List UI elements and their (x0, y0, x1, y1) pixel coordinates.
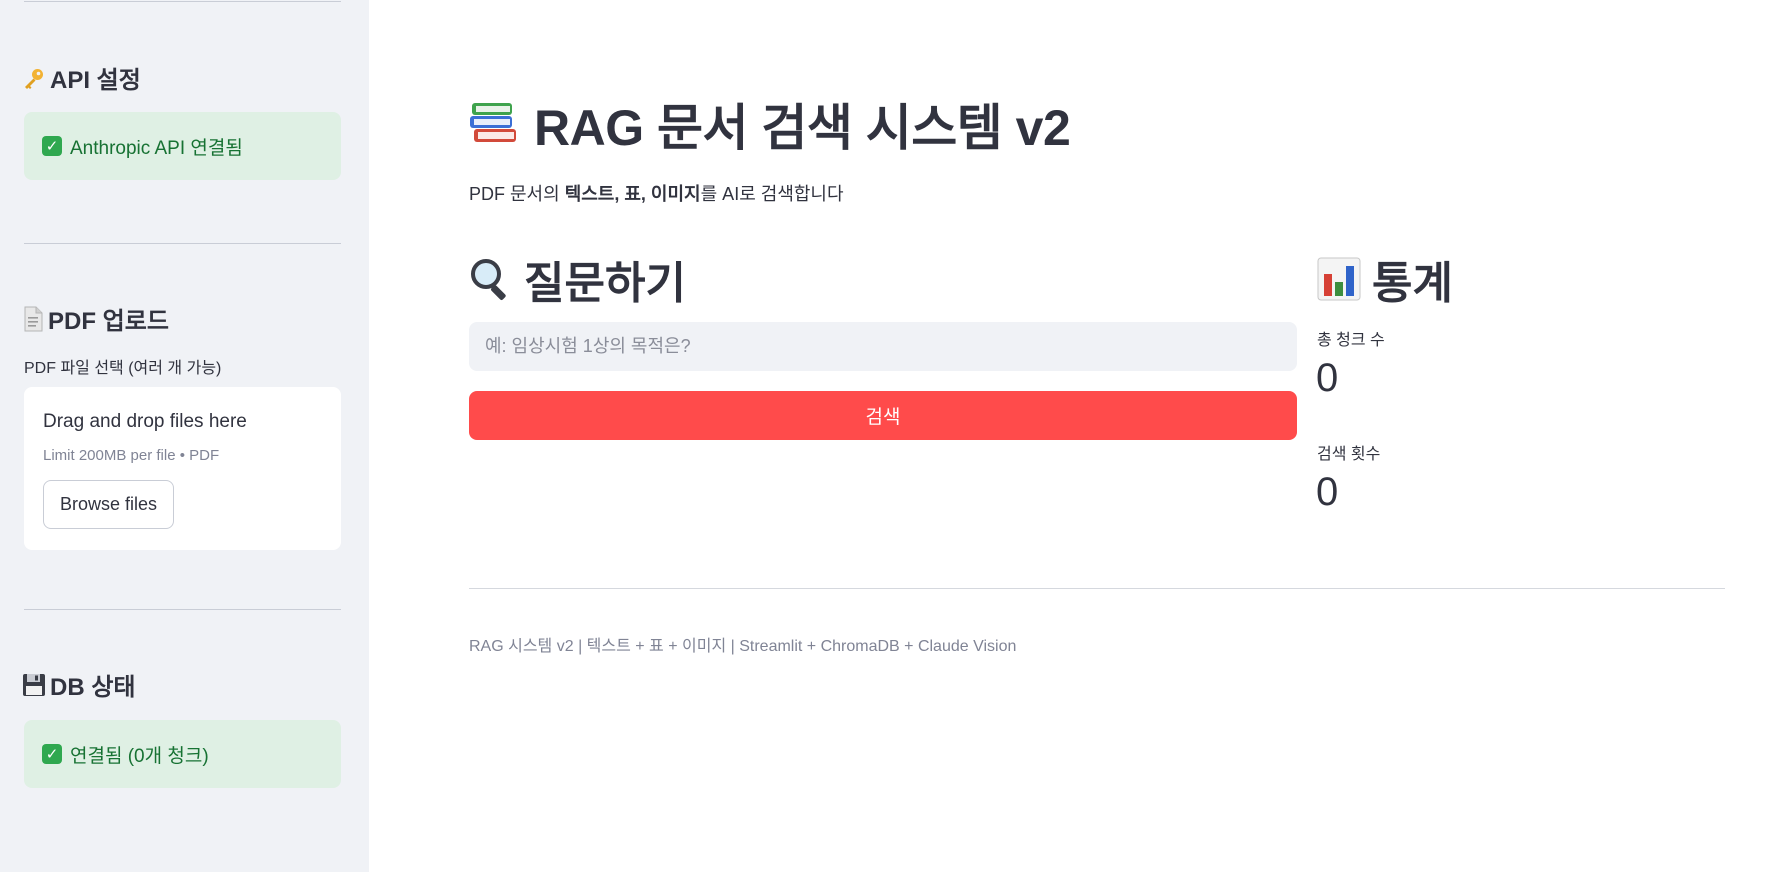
main-divider (469, 588, 1725, 589)
sidebar-divider (24, 609, 341, 610)
page-title-text: RAG 문서 검색 시스템 v2 (534, 100, 1071, 156)
page-subtitle: PDF 문서의 텍스트, 표, 이미지를 AI로 검색합니다 (469, 180, 844, 206)
uploader-label: PDF 파일 선택 (여러 개 가능) (24, 360, 222, 377)
stats-heading-text: 통계 (1372, 259, 1453, 308)
sidebar: API 설정 ✓ Anthropic API 연결됨 PDF 업로드 PDF 파… (0, 0, 369, 872)
db-status-heading: DB 상태 (22, 667, 136, 702)
books-icon (468, 99, 520, 149)
query-heading: 질문하기 (468, 247, 686, 311)
metric-value-chunks: 0 (1316, 356, 1339, 400)
api-settings-heading: API 설정 (22, 60, 141, 95)
page-icon (22, 306, 44, 332)
db-status-alert: ✓ 연결됨 (0개 청크) (24, 720, 341, 788)
api-status-alert: ✓ Anthropic API 연결됨 (24, 112, 341, 180)
metric-label-searches: 검색 횟수 (1317, 446, 1381, 463)
check-mark-icon: ✓ (42, 744, 62, 764)
subtitle-prefix: PDF 문서의 (469, 184, 565, 204)
metric-label-chunks: 총 청크 수 (1317, 332, 1385, 349)
page-title: RAG 문서 검색 시스템 v2 (468, 88, 1071, 160)
check-mark-icon: ✓ (42, 136, 62, 156)
subtitle-bold: 텍스트, 표, 이미지 (564, 184, 701, 204)
pdf-upload-heading: PDF 업로드 (22, 301, 169, 336)
db-status-title: DB 상태 (50, 674, 136, 701)
dropzone-limit: Limit 200MB per file • PDF (43, 447, 220, 464)
stats-heading: 통계 (1316, 247, 1453, 311)
file-dropzone[interactable]: Drag and drop files here Limit 200MB per… (24, 387, 341, 550)
query-input[interactable] (469, 322, 1297, 371)
dropzone-title: Drag and drop files here (43, 411, 247, 432)
sidebar-divider (24, 1, 341, 2)
api-status-text: Anthropic API 연결됨 (70, 137, 243, 159)
metric-value-searches: 0 (1316, 470, 1339, 514)
search-button[interactable]: 검색 (469, 391, 1297, 440)
sidebar-divider (24, 243, 341, 244)
key-icon (22, 66, 46, 90)
subtitle-suffix: 를 AI로 검색합니다 (700, 184, 844, 204)
floppy-disk-icon (22, 673, 46, 697)
query-heading-text: 질문하기 (524, 259, 686, 308)
magnifier-icon (468, 256, 514, 302)
pdf-upload-title: PDF 업로드 (48, 308, 169, 335)
api-settings-title: API 설정 (50, 67, 141, 94)
browse-files-button[interactable]: Browse files (43, 480, 174, 529)
bar-chart-icon (1316, 256, 1362, 302)
footer-caption: RAG 시스템 v2 | 텍스트 + 표 + 이미지 | Streamlit +… (469, 638, 1017, 655)
db-status-text: 연결됨 (0개 청크) (70, 745, 209, 767)
